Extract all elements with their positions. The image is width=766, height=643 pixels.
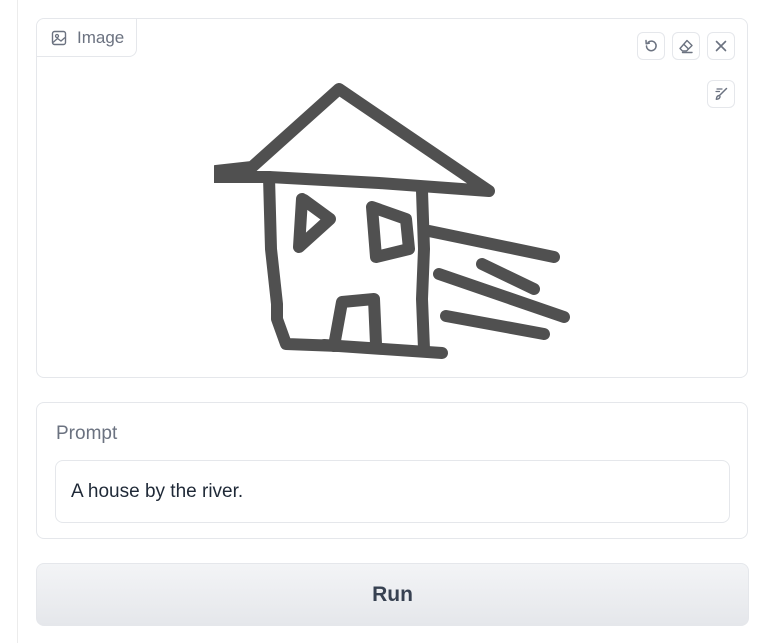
run-button[interactable]: Run [36, 563, 749, 626]
brush-icon [715, 87, 728, 100]
prompt-panel: Prompt A house by the river. [36, 402, 748, 539]
house-sketch-drawing [208, 83, 570, 359]
image-label: Image [77, 27, 125, 47]
prompt-label: Prompt [56, 423, 118, 444]
prompt-input[interactable]: A house by the river. [55, 460, 730, 523]
image-label-chip: Image [37, 19, 138, 57]
sketch-canvas[interactable] [208, 19, 572, 377]
eraser-button[interactable] [672, 32, 700, 60]
image-icon [51, 30, 67, 45]
undo-icon [645, 39, 657, 52]
clear-button[interactable] [707, 32, 735, 60]
undo-button[interactable] [637, 32, 665, 60]
eraser-icon [679, 39, 693, 54]
layout-divider [17, 0, 18, 643]
image-sketch-panel: Image [36, 18, 748, 378]
brush-button[interactable] [707, 80, 735, 108]
close-icon [715, 40, 727, 52]
